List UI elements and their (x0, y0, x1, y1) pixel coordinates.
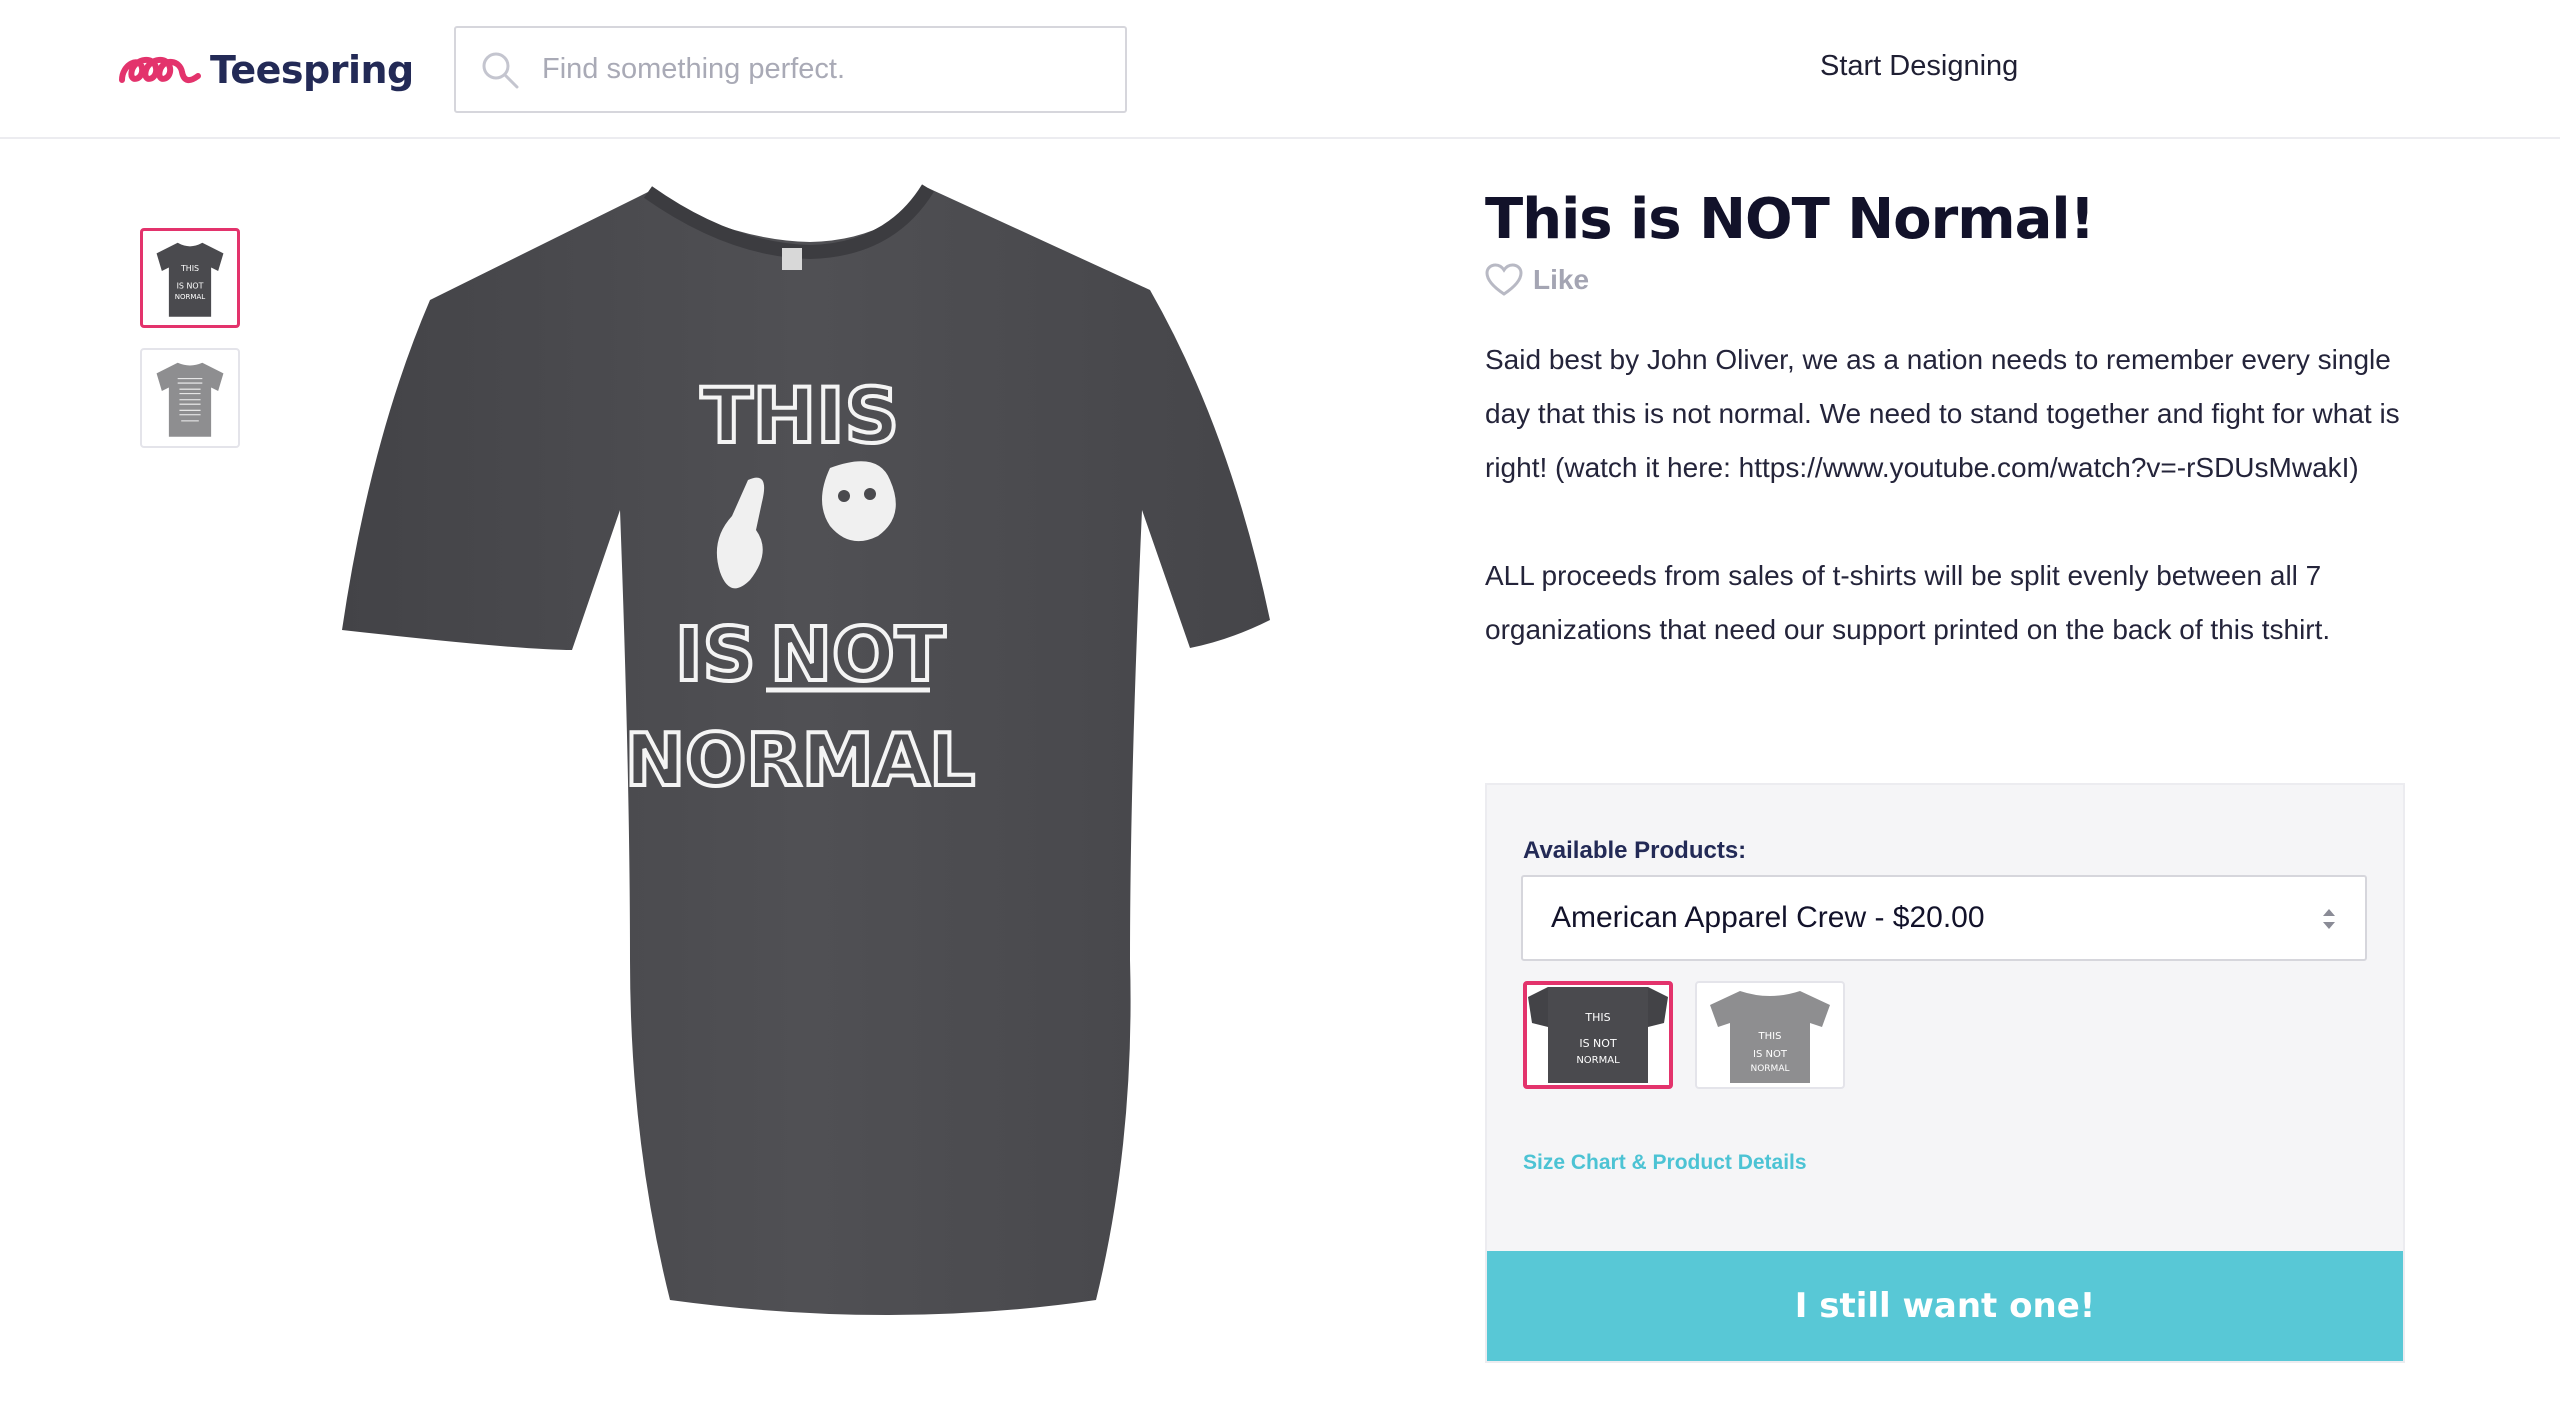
search-box[interactable] (454, 26, 1127, 113)
product-details: This is NOT Normal! Like Said best by Jo… (1485, 185, 2405, 657)
thumbnail-front[interactable]: THIS IS NOT NORMAL (140, 228, 240, 328)
grey-shirt-swatch-icon: THIS IS NOT NORMAL (1710, 991, 1830, 1083)
product-select-value: American Apparel Crew - $20.00 (1551, 901, 1985, 934)
description-paragraph-1: Said best by John Oliver, we as a nation… (1485, 344, 2400, 483)
svg-text:IS NOT: IS NOT (177, 282, 204, 291)
size-chart-link[interactable]: Size Chart & Product Details (1523, 1151, 1807, 1175)
print-line-1: THIS (701, 371, 899, 460)
svg-text:THIS: THIS (1758, 1031, 1782, 1042)
dark-shirt-swatch-icon: THIS IS NOT NORMAL (1528, 987, 1668, 1083)
brand-name: Teespring (210, 48, 414, 92)
svg-text:NORMAL: NORMAL (1750, 1064, 1789, 1074)
buy-button[interactable]: I still want one! (1487, 1251, 2403, 1361)
svg-text:NORMAL: NORMAL (175, 292, 206, 301)
thumbnail-list: THIS IS NOT NORMAL (140, 228, 240, 468)
svg-text:THIS: THIS (1584, 1011, 1610, 1024)
thumbnail-back[interactable] (140, 348, 240, 448)
print-line-3: NORMAL (625, 718, 975, 802)
swatch-dark[interactable]: THIS IS NOT NORMAL (1523, 981, 1673, 1089)
description-paragraph-2: ALL proceeds from sales of t-shirts will… (1485, 560, 2331, 645)
print-line-2a: IS (675, 612, 756, 698)
brand-logo[interactable]: Teespring (118, 46, 414, 94)
start-designing-link[interactable]: Start Designing (1820, 46, 2018, 86)
teespring-logo-icon (118, 50, 204, 90)
search-icon (482, 52, 519, 88)
svg-text:NORMAL: NORMAL (1576, 1055, 1620, 1066)
color-swatches: THIS IS NOT NORMAL THIS IS NOT NORMAL (1523, 981, 1845, 1089)
svg-text:IS NOT: IS NOT (1579, 1037, 1617, 1050)
print-line-2b: NOT (770, 612, 946, 698)
dark-shirt-front-icon: THIS IS NOT NORMAL (156, 242, 224, 317)
available-products-label: Available Products: (1523, 837, 1747, 864)
product-select[interactable]: American Apparel Crew - $20.00 (1521, 875, 2367, 961)
swatch-grey[interactable]: THIS IS NOT NORMAL (1695, 981, 1845, 1089)
product-description: Said best by John Oliver, we as a nation… (1485, 333, 2405, 657)
site-header: Teespring Start Designing (0, 0, 2560, 139)
select-arrows-icon (2323, 909, 2335, 929)
search-input[interactable] (542, 53, 1102, 86)
like-label: Like (1533, 264, 1590, 295)
like-button[interactable]: Like (1485, 263, 2405, 297)
purchase-panel: Available Products: American Apparel Cre… (1485, 783, 2405, 1363)
svg-text:IS NOT: IS NOT (1753, 1049, 1788, 1060)
tshirt-image: THIS IS NOT NORMAL (342, 184, 1270, 1315)
heart-icon (1485, 263, 1523, 296)
product-title: This is NOT Normal! (1485, 187, 2095, 252)
product-main-image: THIS IS NOT NORMAL (330, 180, 1290, 1340)
svg-text:THIS: THIS (180, 264, 199, 273)
grey-shirt-back-icon (156, 362, 224, 437)
